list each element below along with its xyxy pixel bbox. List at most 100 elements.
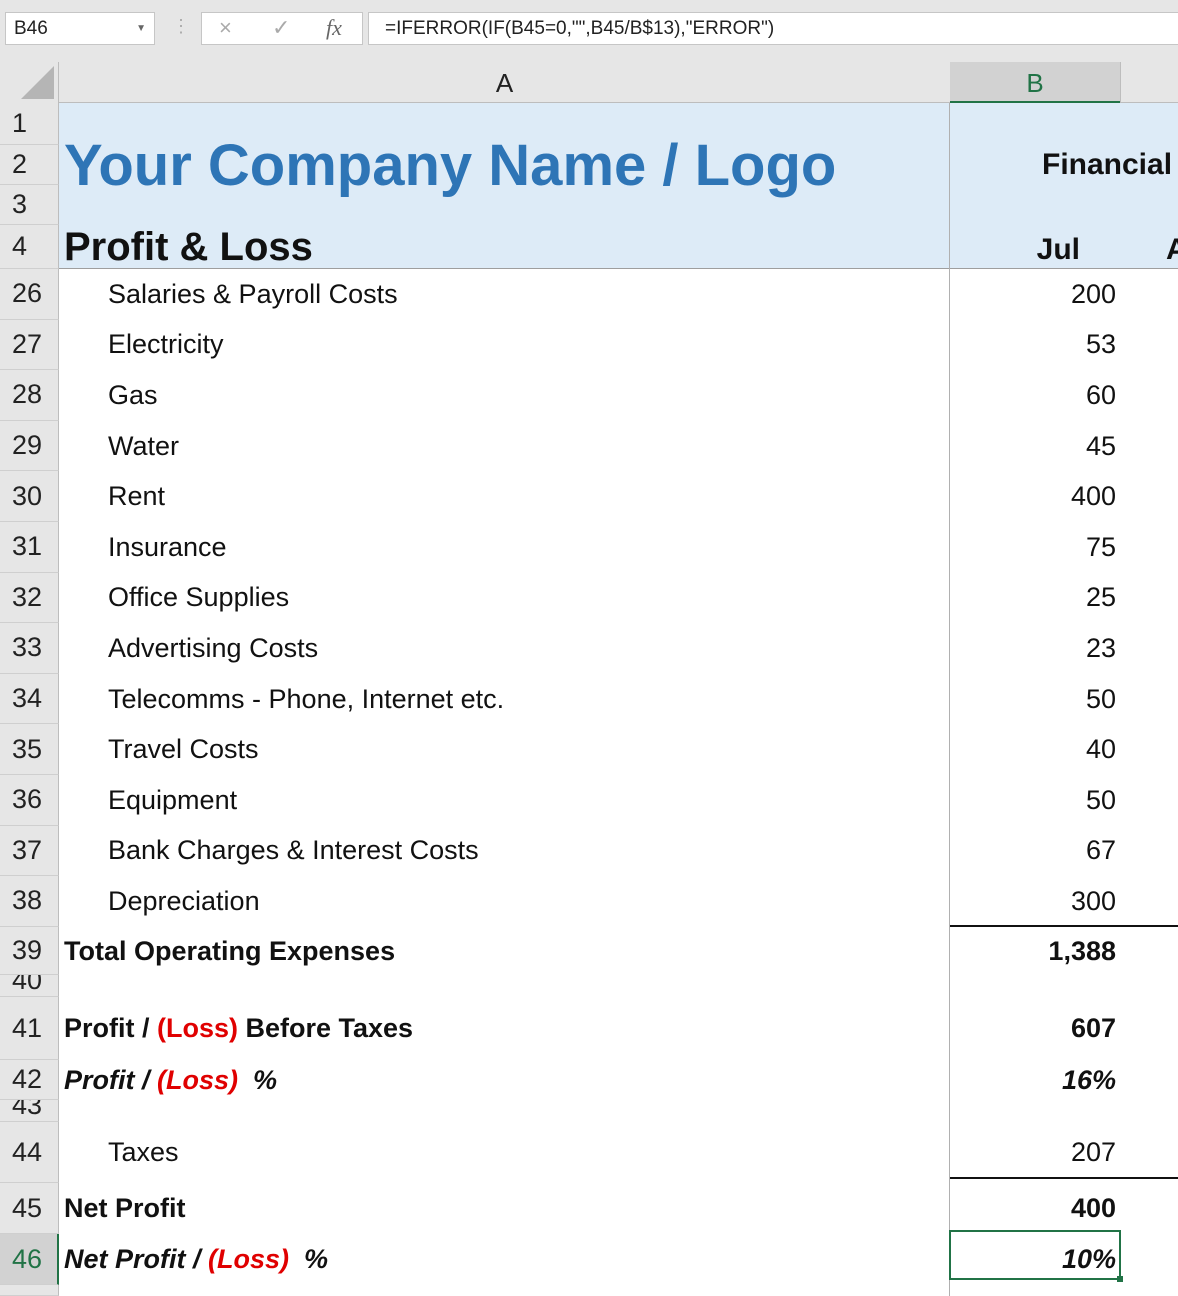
row-header[interactable]: 43 <box>0 1100 59 1122</box>
expense-value[interactable]: 50 <box>950 775 1116 826</box>
row-header[interactable]: 31 <box>0 522 59 573</box>
row-r39-label[interactable]: Total Operating Expenses <box>64 927 395 975</box>
expense-value[interactable]: 45 <box>950 421 1116 472</box>
selected-cell-b46[interactable] <box>949 1230 1121 1280</box>
label-part: Profit / <box>64 1064 157 1095</box>
financial-header[interactable]: Financial <box>1042 145 1178 185</box>
row-r42-label[interactable]: Profit / (Loss) % <box>64 1060 277 1100</box>
row-header[interactable]: 46 <box>0 1234 59 1285</box>
expense-value[interactable]: 400 <box>950 471 1116 522</box>
expense-label[interactable]: Gas <box>64 370 158 421</box>
expense-label[interactable]: Bank Charges & Interest Costs <box>64 826 479 877</box>
expense-label[interactable]: Telecomms - Phone, Internet etc. <box>64 674 504 725</box>
fill-handle[interactable] <box>1117 1276 1123 1282</box>
expense-value[interactable]: 50 <box>950 674 1116 725</box>
row-header[interactable]: 27 <box>0 319 59 371</box>
financial-text: Financial <box>1042 148 1173 181</box>
expense-value[interactable]: 25 <box>950 573 1116 624</box>
row-r44-value[interactable]: 207 <box>950 1122 1116 1183</box>
label-part: % <box>238 1064 278 1095</box>
expense-value[interactable]: 200 <box>950 269 1116 320</box>
expense-value-text: 23 <box>1085 632 1116 663</box>
column-header-b[interactable]: B <box>950 62 1120 103</box>
expense-value-text: 50 <box>1085 683 1116 714</box>
row-header[interactable]: 2 <box>0 145 59 185</box>
expense-label[interactable]: Equipment <box>64 775 237 826</box>
select-all-button[interactable] <box>0 62 59 103</box>
row-header[interactable]: 38 <box>0 876 59 927</box>
row-r45-label[interactable]: Net Profit <box>64 1183 186 1234</box>
row-r41-label[interactable]: Profit / (Loss) Before Taxes <box>64 997 413 1060</box>
row-header[interactable]: 26 <box>0 269 59 320</box>
name-box-value: B46 <box>14 18 48 39</box>
expense-label-text: Advertising Costs <box>108 632 319 663</box>
row-r39-value[interactable]: 1,388 <box>950 927 1116 975</box>
expense-value-text: 200 <box>1070 278 1116 309</box>
row-r42-value[interactable]: 16% <box>950 1060 1116 1100</box>
row-header[interactable]: 44 <box>0 1122 59 1183</box>
label-part: Profit / <box>64 1013 157 1043</box>
row-header[interactable]: 36 <box>0 775 59 826</box>
report-title[interactable]: Profit & Loss <box>64 225 313 269</box>
row-header[interactable]: 28 <box>0 370 59 421</box>
expense-label[interactable]: Depreciation <box>64 876 260 927</box>
expense-value[interactable]: 40 <box>950 724 1116 775</box>
row-header[interactable]: 35 <box>0 724 59 775</box>
expense-label[interactable]: Travel Costs <box>64 724 259 775</box>
expense-value-text: 60 <box>1085 379 1116 410</box>
cancel-icon[interactable]: × <box>219 15 232 41</box>
expense-value[interactable]: 23 <box>950 623 1116 674</box>
row-header[interactable] <box>0 1285 59 1296</box>
row-header[interactable]: 3 <box>0 185 59 225</box>
row-header[interactable]: 45 <box>0 1183 59 1234</box>
row-r44-label[interactable]: Taxes <box>64 1122 179 1183</box>
row-header[interactable]: 37 <box>0 825 59 877</box>
row-header[interactable]: 34 <box>0 673 59 725</box>
expense-label[interactable]: Rent <box>64 471 165 522</box>
row-header[interactable]: 29 <box>0 420 59 472</box>
enter-icon[interactable]: ✓ <box>272 15 290 41</box>
row-header[interactable]: 41 <box>0 997 59 1060</box>
company-name[interactable]: Your Company Name / Logo <box>64 130 836 200</box>
month-next[interactable]: A <box>1166 228 1178 272</box>
expense-value[interactable]: 60 <box>950 370 1116 421</box>
expense-label[interactable]: Insurance <box>64 522 227 573</box>
name-box[interactable]: B46 ▼ <box>5 12 155 45</box>
company-name-text: Your Company Name / Logo <box>64 132 837 198</box>
column-header-c[interactable] <box>1120 62 1178 103</box>
label: Profit / (Loss) Before Taxes <box>64 1013 413 1044</box>
row-r41-value[interactable]: 607 <box>950 997 1116 1060</box>
expense-label-text: Bank Charges & Interest Costs <box>108 835 479 866</box>
row-header[interactable]: 1 <box>0 103 59 145</box>
expense-value[interactable]: 67 <box>950 826 1116 877</box>
expense-label[interactable]: Water <box>64 421 179 472</box>
row-header[interactable]: 40 <box>0 975 59 997</box>
expense-label[interactable]: Advertising Costs <box>64 623 318 674</box>
row-header[interactable]: 42 <box>0 1060 59 1100</box>
expense-value-text: 25 <box>1085 582 1116 613</box>
row-r45-value[interactable]: 400 <box>950 1183 1116 1234</box>
row-header[interactable]: 4 <box>0 225 59 269</box>
column-header-a[interactable]: A <box>59 62 950 103</box>
label-part: Before Taxes <box>238 1013 414 1043</box>
row-header[interactable]: 32 <box>0 572 59 624</box>
expense-label[interactable]: Salaries & Payroll Costs <box>64 269 398 320</box>
row-header[interactable]: 33 <box>0 623 59 674</box>
fx-icon[interactable]: fx <box>326 15 342 41</box>
expense-label-text: Telecomms - Phone, Internet etc. <box>108 683 505 714</box>
row-r46-label[interactable]: Net Profit / (Loss) % <box>64 1234 328 1285</box>
value-text: 607 <box>1070 1013 1116 1043</box>
expense-value[interactable]: 300 <box>950 876 1116 927</box>
expense-value[interactable]: 75 <box>950 522 1116 573</box>
chevron-down-icon[interactable]: ▼ <box>136 13 146 44</box>
expense-value[interactable]: 53 <box>950 320 1116 371</box>
expense-label-text: Office Supplies <box>108 582 290 613</box>
report-title-text: Profit & Loss <box>64 224 313 269</box>
row-header[interactable]: 30 <box>0 471 59 522</box>
expense-label[interactable]: Office Supplies <box>64 573 289 624</box>
expense-label[interactable]: Electricity <box>64 320 224 371</box>
formula-input[interactable]: =IFERROR(IF(B45=0,"",B45/B$13),"ERROR") <box>368 12 1178 45</box>
row-header[interactable]: 39 <box>0 927 59 975</box>
month-jul[interactable]: Jul <box>950 228 1116 272</box>
subtotal-border <box>950 925 1178 927</box>
